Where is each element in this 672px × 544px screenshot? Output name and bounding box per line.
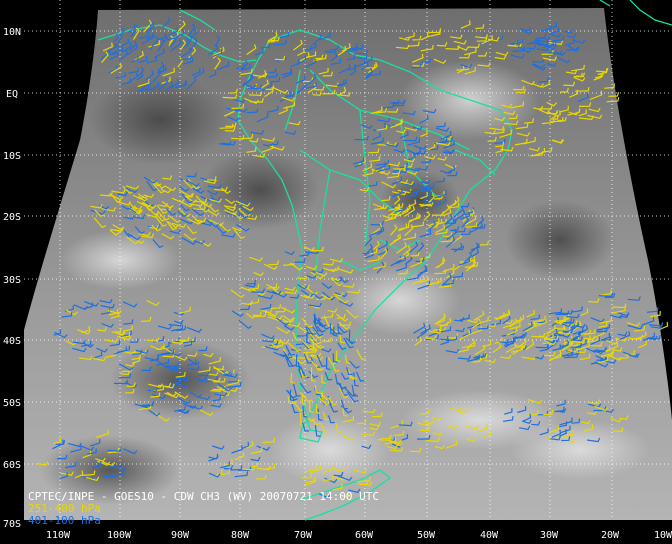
lat-label: 20S xyxy=(3,212,21,223)
lon-label: 110W xyxy=(46,530,71,541)
lon-label: 20W xyxy=(601,530,620,541)
lon-label: 10W xyxy=(654,530,672,541)
lon-label: 30W xyxy=(540,530,559,541)
lat-label: 70S xyxy=(3,519,21,530)
lat-label: EQ xyxy=(6,89,18,100)
lon-label: 80W xyxy=(231,530,250,541)
lat-label: 10N xyxy=(3,27,21,38)
lon-label: 60W xyxy=(355,530,374,541)
lon-label: 50W xyxy=(417,530,436,541)
lon-label: 70W xyxy=(294,530,313,541)
lon-label: 40W xyxy=(480,530,499,541)
lon-label: 100W xyxy=(107,530,132,541)
legend-lower-level: 401-100 hPa xyxy=(28,514,101,527)
water-vapor-wind-map: 10N EQ 10S 20S 30S 40S 50S 60S 70S 110W … xyxy=(0,0,672,544)
lat-label: 60S xyxy=(3,460,21,471)
lat-label: 40S xyxy=(3,336,21,347)
lon-label: 90W xyxy=(171,530,190,541)
lat-label: 50S xyxy=(3,398,21,409)
lat-label: 30S xyxy=(3,275,21,286)
lat-label: 10S xyxy=(3,151,21,162)
